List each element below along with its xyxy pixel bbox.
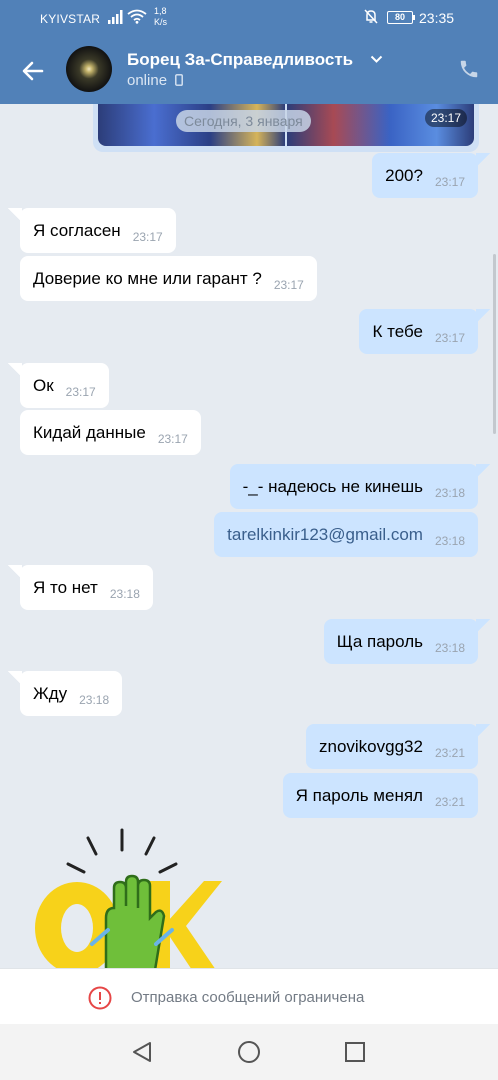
message-time: 23:17 bbox=[65, 384, 96, 399]
wifi-icon bbox=[127, 9, 147, 24]
nav-recents-icon[interactable] bbox=[343, 1040, 367, 1064]
phone-icon[interactable] bbox=[458, 58, 480, 80]
date-separator: Сегодня, 3 января bbox=[176, 110, 311, 132]
restriction-banner: Отправка сообщений ограничена bbox=[0, 968, 498, 1025]
message-time: 23:18 bbox=[434, 485, 465, 500]
message-text: Я согласен bbox=[33, 220, 121, 240]
muted-bell-icon bbox=[364, 9, 378, 24]
message-list[interactable]: 23:17 Сегодня, 3 января 200? 23:17 Я сог… bbox=[0, 104, 498, 968]
message-time: 23:17 bbox=[273, 277, 304, 292]
ok-sticker[interactable] bbox=[22, 826, 222, 968]
chat-scrollbar[interactable] bbox=[493, 254, 496, 434]
message-text: Ок bbox=[33, 375, 54, 395]
signal-icon bbox=[108, 10, 123, 24]
message-time: 23:18 bbox=[79, 692, 110, 707]
message-outgoing[interactable]: 200? 23:17 bbox=[372, 153, 490, 198]
message-outgoing[interactable]: znovikovgg32 23:21 bbox=[306, 724, 490, 769]
nav-back-icon[interactable] bbox=[130, 1040, 154, 1064]
chevron-down-icon[interactable] bbox=[370, 55, 383, 64]
message-time: 23:17 bbox=[132, 229, 163, 244]
carrier-name: KYIVSTAR bbox=[40, 12, 101, 26]
message-time: 23:18 bbox=[434, 640, 465, 655]
online-status: online bbox=[127, 72, 184, 89]
network-speed: 1,8 K/s bbox=[154, 6, 168, 27]
mobile-device-icon bbox=[175, 74, 184, 86]
message-time: 23:21 bbox=[434, 745, 465, 760]
message-incoming[interactable]: Жду 23:18 bbox=[7, 671, 123, 716]
restriction-text: Отправка сообщений ограничена bbox=[131, 989, 365, 1006]
message-text: -_- надеюсь не кинешь bbox=[242, 476, 423, 496]
message-incoming[interactable]: Я то нет 23:18 bbox=[8, 565, 153, 610]
message-text: znovikovgg32 bbox=[319, 736, 423, 756]
message-text: Кидай данные bbox=[33, 422, 146, 442]
message-time: 23:21 bbox=[434, 794, 465, 809]
message-text: Я пароль менял bbox=[295, 785, 423, 805]
status-clock: 23:35 bbox=[419, 10, 455, 26]
message-text: К тебе bbox=[372, 321, 423, 341]
warning-icon bbox=[88, 986, 112, 1010]
message-incoming[interactable]: Ок 23:17 bbox=[8, 363, 109, 408]
message-text: Ща пароль bbox=[336, 631, 423, 651]
nav-home-icon[interactable] bbox=[237, 1040, 261, 1064]
message-time: 23:17 bbox=[434, 174, 465, 189]
message-time: 23:18 bbox=[109, 586, 140, 601]
app-header: KYIVSTAR 1,8 K/s 80 23:35 Борец За-Справ… bbox=[0, 0, 498, 104]
message-text: Я то нет bbox=[33, 577, 98, 597]
message-text: 200? bbox=[385, 165, 423, 185]
message-outgoing[interactable]: -_- надеюсь не кинешь 23:18 bbox=[229, 464, 491, 509]
message-text: tarelkinkir123@gmail.com bbox=[227, 524, 423, 544]
message-time: 23:18 bbox=[434, 533, 465, 548]
message-outgoing[interactable]: Ща пароль 23:18 bbox=[323, 619, 491, 664]
message-time: 23:17 bbox=[434, 330, 465, 345]
message-outgoing[interactable]: К тебе 23:17 bbox=[359, 309, 490, 354]
message-text: Жду bbox=[33, 683, 68, 703]
message-outgoing[interactable]: tarelkinkir123@gmail.com 23:18 bbox=[214, 512, 478, 557]
contact-avatar[interactable] bbox=[66, 46, 112, 92]
message-outgoing[interactable]: Я пароль менял 23:21 bbox=[282, 773, 478, 818]
system-nav-bar bbox=[0, 1024, 498, 1080]
message-text: Доверие ко мне или гарант ? bbox=[33, 268, 262, 288]
message-time: 23:17 bbox=[424, 109, 467, 127]
message-incoming[interactable]: Доверие ко мне или гарант ? 23:17 bbox=[20, 256, 317, 301]
message-incoming[interactable]: Кидай данные 23:17 bbox=[20, 410, 201, 455]
battery-indicator: 80 bbox=[387, 11, 415, 24]
status-bar: KYIVSTAR 1,8 K/s 80 23:35 bbox=[0, 0, 498, 36]
back-arrow-icon[interactable] bbox=[20, 58, 46, 84]
chat-title[interactable]: Борец За-Справедливость bbox=[127, 50, 353, 70]
message-incoming[interactable]: Я согласен 23:17 bbox=[8, 208, 176, 253]
message-time: 23:17 bbox=[157, 431, 188, 446]
